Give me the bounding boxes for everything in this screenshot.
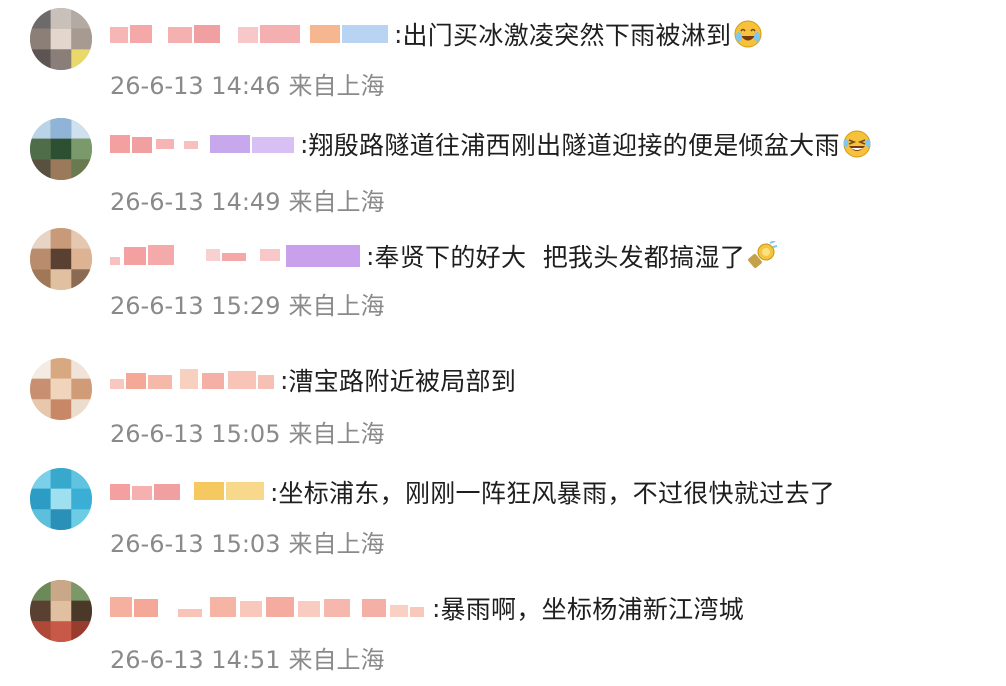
avatar[interactable]: [30, 8, 92, 70]
comment-location: 来自上海: [288, 292, 385, 320]
comment-meta: 26-6-13 15:29 来自上海: [110, 286, 384, 321]
comment-separator: :: [394, 19, 403, 49]
hair-dryer-emoji: [747, 241, 778, 271]
username-mosaic[interactable]: [110, 480, 266, 504]
comment-text: 奉贤下的好大 把我头发都搞湿了: [374, 243, 746, 272]
username-mosaic[interactable]: [110, 133, 296, 155]
comment-separator: :: [280, 365, 289, 395]
comment-meta: 26-6-13 14:46 来自上海: [110, 66, 384, 101]
comment-meta: 26-6-13 15:05 来自上海: [110, 414, 384, 449]
crying-laughing-emoji: [733, 19, 763, 49]
comment-location: 来自上海: [288, 72, 385, 100]
avatar[interactable]: [30, 228, 92, 290]
username-mosaic[interactable]: [110, 367, 276, 393]
comment-separator: :: [432, 593, 441, 623]
comment-date: 26-6-13 15:03: [110, 530, 281, 558]
avatar[interactable]: [30, 468, 92, 530]
username-mosaic[interactable]: [110, 23, 390, 45]
comment-item: : 暴雨啊，坐标杨浦新江湾城 26-6-13 14:51 来自上海: [0, 574, 1006, 684]
comment-item: : 奉贤下的好大 把我头发都搞湿了 26-6-13 15:29 来自上海: [0, 224, 1006, 334]
comment-location: 来自上海: [288, 646, 385, 674]
comment-date: 26-6-13 15:05: [110, 420, 281, 448]
comment-separator: :: [270, 477, 279, 507]
comment-date: 26-6-13 14:49: [110, 188, 281, 216]
comment-meta: 26-6-13 15:03 来自上海: [110, 524, 384, 559]
comment-separator: :: [300, 129, 309, 159]
comment-text: 翔殷路隧道往浦西刚出隧道迎接的便是倾盆大雨: [308, 131, 840, 160]
comment-text: 漕宝路附近被局部到: [288, 367, 517, 396]
comment-location: 来自上海: [288, 530, 385, 558]
comment-text: 暴雨啊，坐标杨浦新江湾城: [440, 595, 745, 624]
avatar[interactable]: [30, 358, 92, 420]
comment-location: 来自上海: [288, 188, 385, 216]
comment-item: : 出门买冰激凌突然下雨被淋到 26-6-13 14:46 来自上海: [0, 0, 1006, 110]
comment-location: 来自上海: [288, 420, 385, 448]
comment-date: 26-6-13 15:29: [110, 292, 281, 320]
comment-meta: 26-6-13 14:49 来自上海: [110, 182, 384, 217]
avatar[interactable]: [30, 118, 92, 180]
username-mosaic[interactable]: [110, 243, 362, 269]
comment-date: 26-6-13 14:51: [110, 646, 281, 674]
laughing-tears-emoji: [842, 129, 872, 159]
comment-item: : 坐标浦东，刚刚一阵狂风暴雨，不过很快就过去了 26-6-13 15:03 来自…: [0, 460, 1006, 570]
comment-item: : 翔殷路隧道往浦西刚出隧道迎接的便是倾盆大雨 26-6-13 14:49 来自上…: [0, 110, 1006, 220]
comment-text: 坐标浦东，刚刚一阵狂风暴雨，不过很快就过去了: [278, 479, 836, 508]
avatar[interactable]: [30, 580, 92, 642]
comment-date: 26-6-13 14:46: [110, 72, 281, 100]
comment-meta: 26-6-13 14:51 来自上海: [110, 640, 384, 675]
comment-separator: :: [366, 241, 375, 271]
comment-text: 出门买冰激凌突然下雨被淋到: [402, 21, 732, 50]
comment-item: : 漕宝路附近被局部到 26-6-13 15:05 来自上海: [0, 348, 1006, 458]
username-mosaic[interactable]: [110, 595, 428, 621]
